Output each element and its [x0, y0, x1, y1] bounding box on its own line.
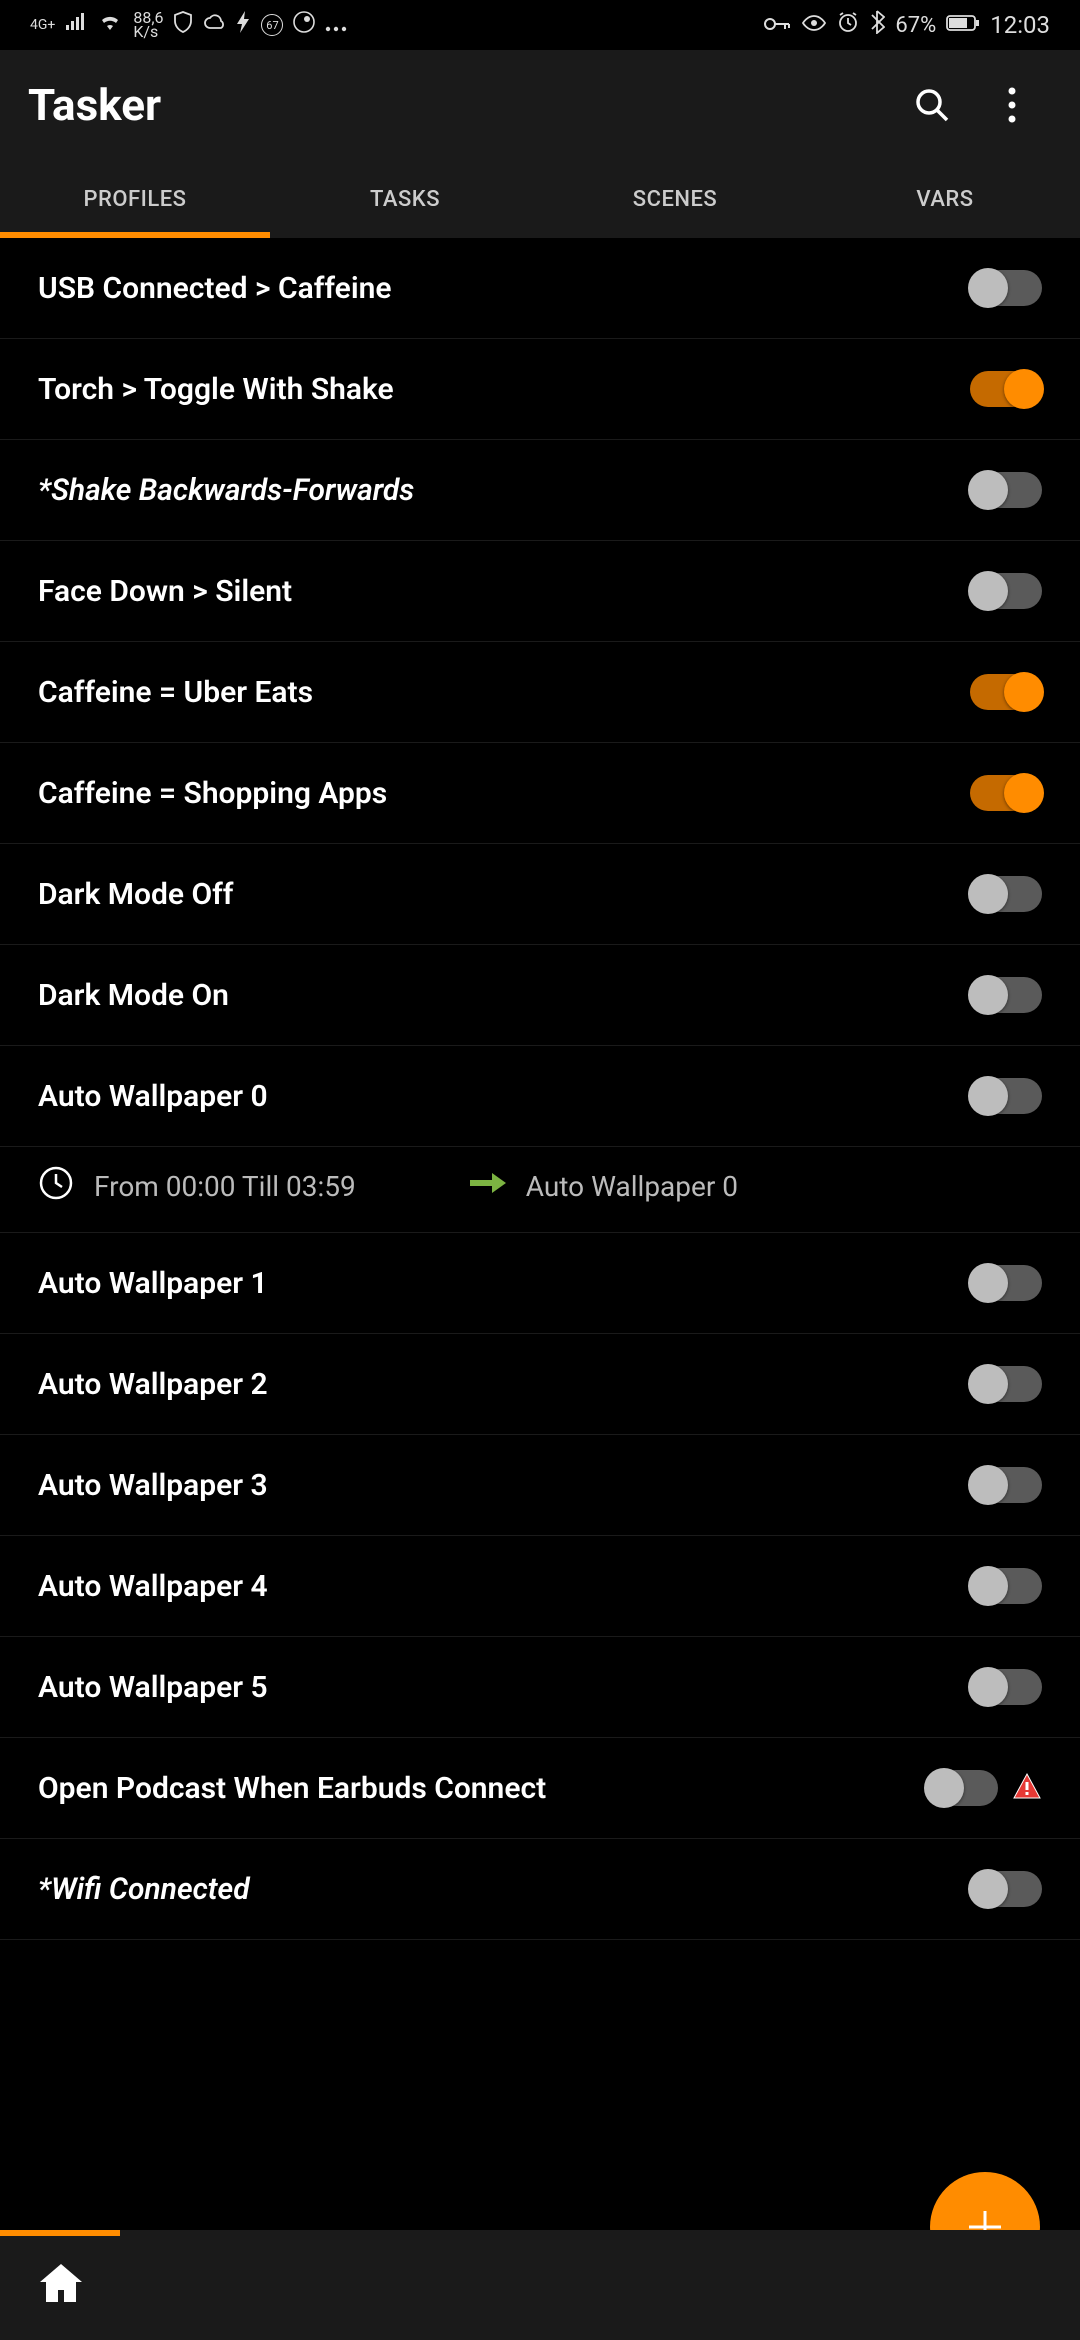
profile-row[interactable]: Auto Wallpaper 5	[0, 1637, 1080, 1738]
profile-toggle[interactable]	[970, 977, 1042, 1013]
profile-toggle[interactable]	[970, 270, 1042, 306]
overflow-menu-icon	[1008, 87, 1016, 123]
clock-time: 12:03	[990, 11, 1050, 39]
profile-context-label: From 00:00 Till 03:59	[94, 1170, 356, 1203]
profile-toggle[interactable]	[970, 472, 1042, 508]
battery-percent: 67%	[895, 13, 936, 38]
alarm-icon	[837, 11, 859, 39]
profile-label: Auto Wallpaper 2	[38, 1367, 970, 1402]
tab-vars[interactable]: VARS	[810, 160, 1080, 238]
profile-row[interactable]: Auto Wallpaper 3	[0, 1435, 1080, 1536]
steam-icon	[293, 11, 315, 39]
profile-toggle[interactable]	[970, 1078, 1042, 1114]
cloud-icon	[203, 13, 227, 38]
profile-toggle[interactable]	[970, 674, 1042, 710]
profile-row[interactable]: Face Down > Silent	[0, 541, 1080, 642]
profile-toggle[interactable]	[970, 775, 1042, 811]
bottom-progress-indicator	[0, 2230, 120, 2236]
more-dots-icon	[325, 13, 347, 38]
profile-list[interactable]: USB Connected > Caffeine Torch > Toggle W…	[0, 238, 1080, 1940]
profile-label: Caffeine = Uber Eats	[38, 675, 970, 710]
profile-toggle[interactable]	[970, 1669, 1042, 1705]
tab-profiles[interactable]: PROFILES	[0, 160, 270, 238]
overflow-menu-button[interactable]	[972, 65, 1052, 145]
eye-icon	[801, 13, 827, 38]
wifi-icon	[97, 12, 123, 38]
profile-label: Open Podcast When Earbuds Connect	[38, 1771, 926, 1806]
circle-67-icon: 67	[261, 14, 283, 36]
profile-toggle[interactable]	[970, 1871, 1042, 1907]
profile-label: *Shake Backwards-Forwards	[38, 473, 970, 508]
bluetooth-icon	[869, 10, 885, 40]
profile-label: Auto Wallpaper 1	[38, 1266, 970, 1301]
profile-row[interactable]: Auto Wallpaper 1	[0, 1233, 1080, 1334]
status-bar: 4G+ 88,6 K/s 67	[0, 0, 1080, 50]
warning-icon	[1012, 1772, 1042, 1804]
profile-toggle[interactable]	[926, 1770, 998, 1806]
profile-label: Dark Mode On	[38, 978, 970, 1013]
home-button[interactable]	[36, 2260, 86, 2310]
profile-label: Auto Wallpaper 5	[38, 1670, 970, 1705]
profile-row[interactable]: Auto Wallpaper 2	[0, 1334, 1080, 1435]
arrow-right-icon	[470, 1169, 506, 1204]
profile-row[interactable]: Torch > Toggle With Shake	[0, 339, 1080, 440]
profile-label: USB Connected > Caffeine	[38, 271, 970, 306]
profile-detail[interactable]: From 00:00 Till 03:59 Auto Wallpaper 0	[0, 1147, 1080, 1233]
profile-toggle[interactable]	[970, 1366, 1042, 1402]
profile-row[interactable]: Dark Mode Off	[0, 844, 1080, 945]
status-right: 67% 12:03	[763, 10, 1050, 40]
shield-icon	[173, 11, 193, 39]
profile-toggle[interactable]	[970, 1265, 1042, 1301]
profile-context[interactable]: From 00:00 Till 03:59	[38, 1165, 356, 1208]
profile-label: Torch > Toggle With Shake	[38, 372, 970, 407]
profile-label: *Wifi Connected	[38, 1872, 970, 1907]
signal-icon	[65, 12, 87, 38]
clock-icon	[38, 1165, 74, 1208]
profile-label: Auto Wallpaper 4	[38, 1569, 970, 1604]
profile-label: Auto Wallpaper 0	[38, 1079, 970, 1114]
profile-label: Dark Mode Off	[38, 877, 970, 912]
key-icon	[763, 13, 791, 38]
profile-row[interactable]: Caffeine = Shopping Apps	[0, 743, 1080, 844]
bottom-bar	[0, 2230, 1080, 2340]
app-bar: Tasker	[0, 50, 1080, 160]
search-icon	[912, 85, 952, 125]
profile-label: Caffeine = Shopping Apps	[38, 776, 970, 811]
battery-icon	[946, 13, 980, 38]
tab-scenes[interactable]: SCENES	[540, 160, 810, 238]
profile-toggle[interactable]	[970, 371, 1042, 407]
profile-task-label: Auto Wallpaper 0	[526, 1170, 738, 1203]
home-icon	[36, 2260, 86, 2306]
lightning-icon	[237, 11, 251, 39]
search-button[interactable]	[892, 65, 972, 145]
profile-row[interactable]: Caffeine = Uber Eats	[0, 642, 1080, 743]
profile-row[interactable]: Auto Wallpaper 0	[0, 1046, 1080, 1147]
network-type-icon: 4G+	[30, 17, 55, 33]
profile-toggle[interactable]	[970, 1568, 1042, 1604]
profile-label: Auto Wallpaper 3	[38, 1468, 970, 1503]
profile-row[interactable]: Dark Mode On	[0, 945, 1080, 1046]
tab-tasks[interactable]: TASKS	[270, 160, 540, 238]
status-left: 4G+ 88,6 K/s 67	[30, 11, 347, 40]
profile-row[interactable]: Auto Wallpaper 4	[0, 1536, 1080, 1637]
profile-label: Face Down > Silent	[38, 574, 970, 609]
profile-task[interactable]: Auto Wallpaper 0	[470, 1169, 738, 1204]
network-speed: 88,6 K/s	[133, 11, 163, 40]
profile-toggle[interactable]	[970, 573, 1042, 609]
tab-bar: PROFILESTASKSSCENESVARS	[0, 160, 1080, 238]
profile-row[interactable]: *Shake Backwards-Forwards	[0, 440, 1080, 541]
profile-row[interactable]: USB Connected > Caffeine	[0, 238, 1080, 339]
profile-row[interactable]: *Wifi Connected	[0, 1839, 1080, 1940]
app-title: Tasker	[28, 79, 892, 131]
profile-toggle[interactable]	[970, 1467, 1042, 1503]
profile-toggle[interactable]	[970, 876, 1042, 912]
profile-row[interactable]: Open Podcast When Earbuds Connect	[0, 1738, 1080, 1839]
